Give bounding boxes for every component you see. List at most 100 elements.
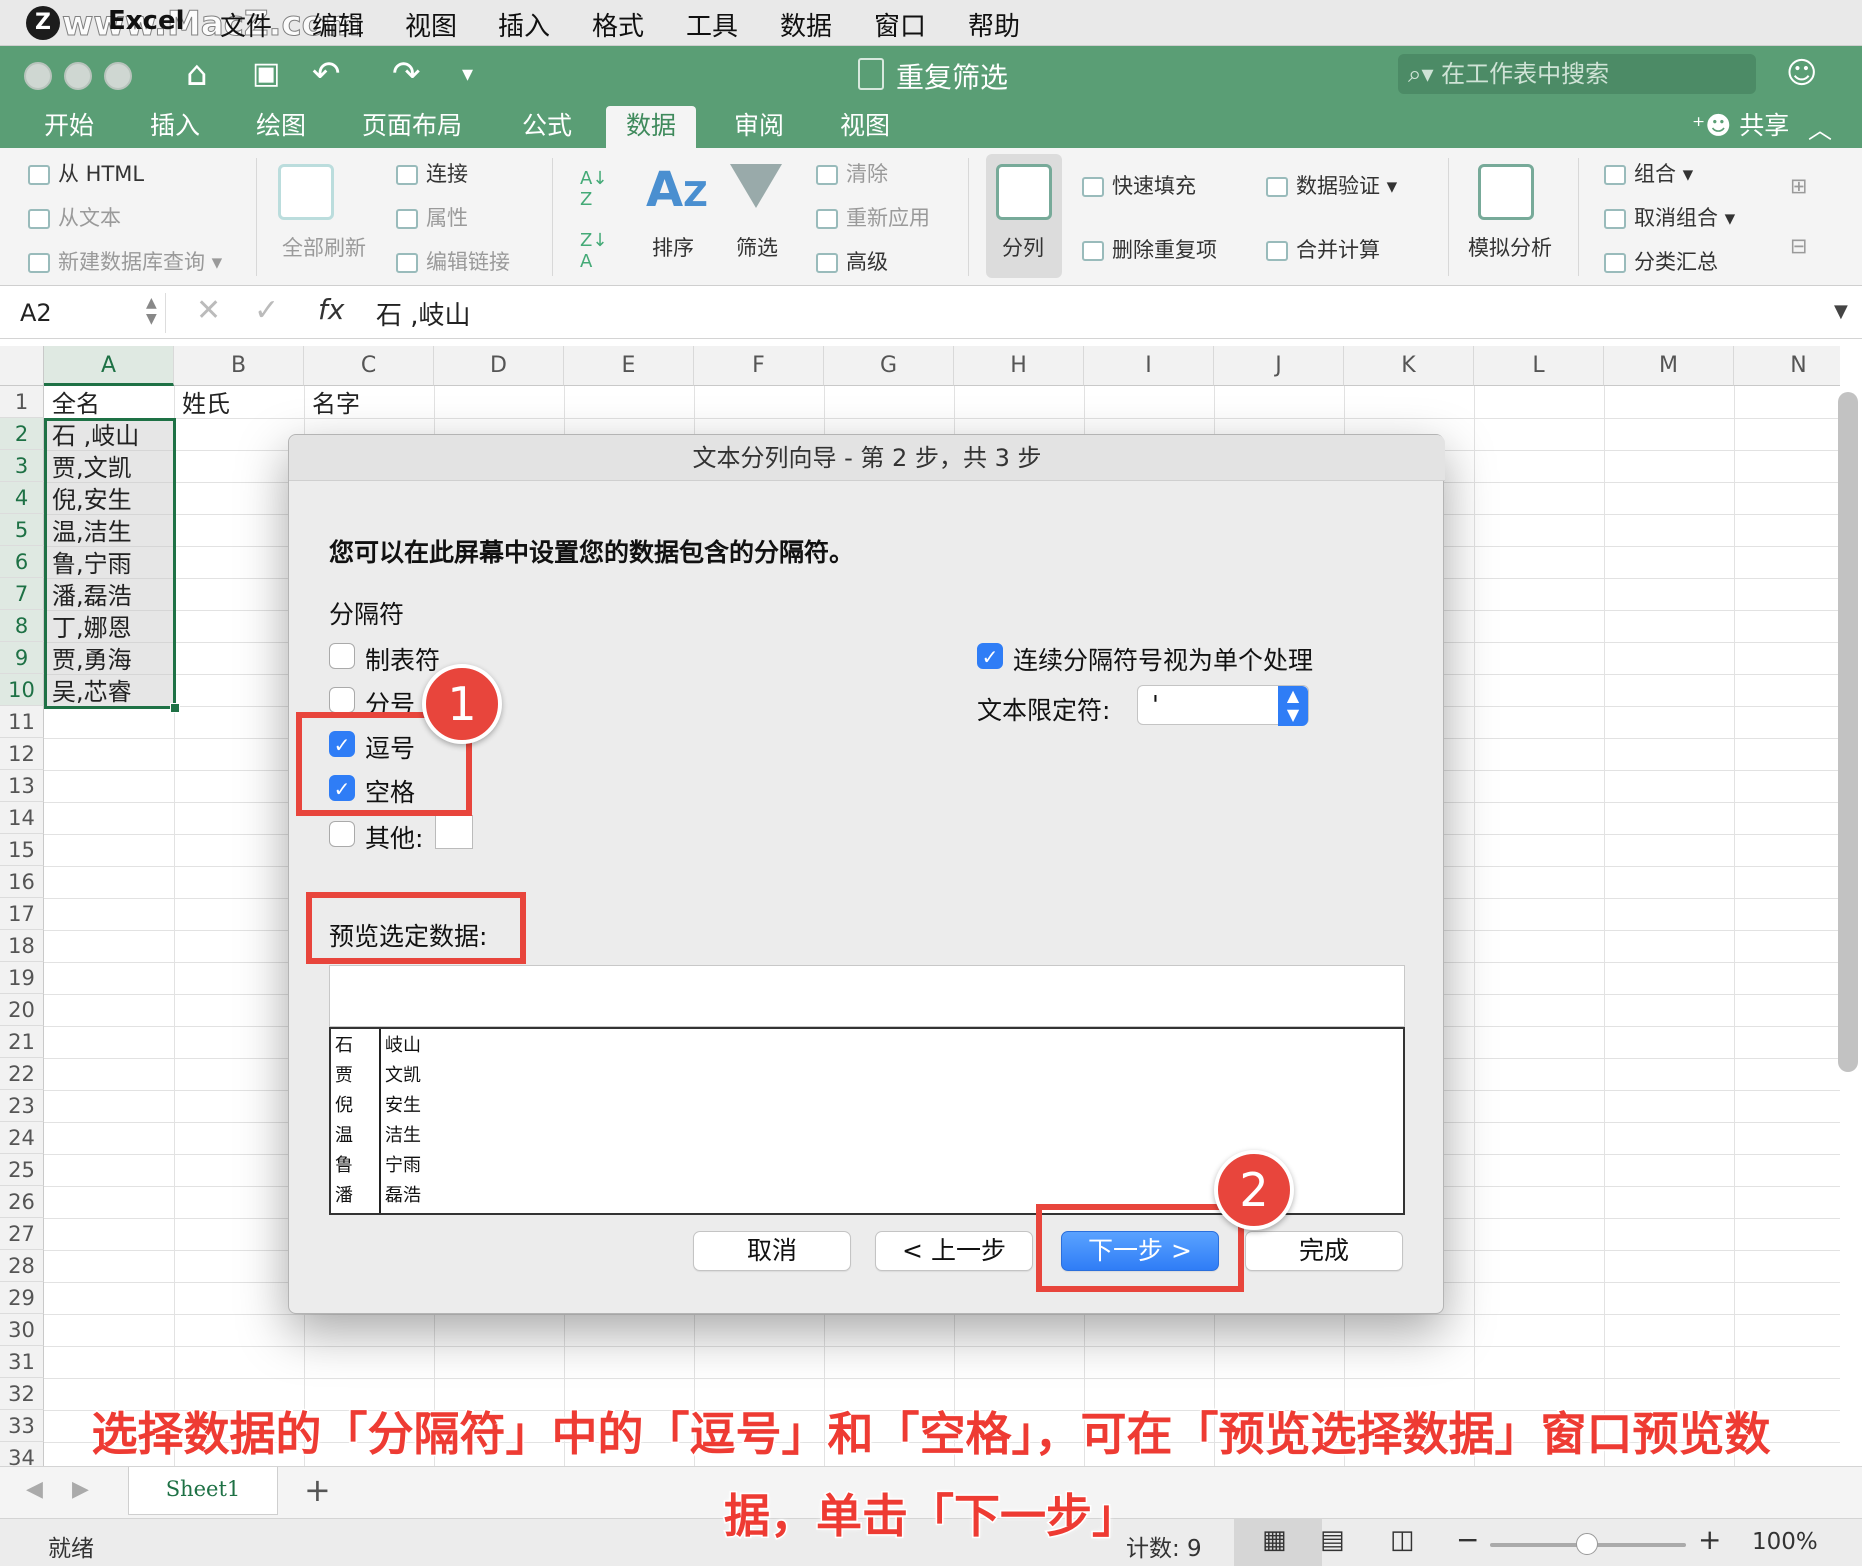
row-header-31[interactable]: 31 bbox=[0, 1346, 44, 1378]
cell-a5[interactable]: 温,洁生 bbox=[46, 516, 172, 548]
select-all-corner[interactable] bbox=[0, 346, 44, 386]
remove-duplicates-button[interactable]: 删除重复项 bbox=[1082, 234, 1217, 264]
row-header-23[interactable]: 23 bbox=[0, 1090, 44, 1122]
sort-az-icon[interactable]: A↓ Z bbox=[580, 168, 607, 210]
home-icon[interactable]: ⌂ bbox=[186, 54, 208, 94]
tab-delimiter-checkbox[interactable] bbox=[329, 643, 355, 669]
cell-a1[interactable]: 全名 bbox=[46, 388, 176, 420]
tab-insert[interactable]: 插入 bbox=[130, 106, 220, 148]
tab-draw[interactable]: 绘图 bbox=[236, 106, 326, 148]
connections-button[interactable]: 连接 bbox=[396, 158, 468, 188]
collapse-ribbon-icon[interactable]: ︿ bbox=[1808, 110, 1832, 145]
cancel-button[interactable]: 取消 bbox=[693, 1231, 851, 1271]
cell-a9[interactable]: 贾,勇海 bbox=[46, 644, 172, 676]
row-header-7[interactable]: 7 bbox=[0, 578, 44, 610]
menu-view[interactable]: 视图 bbox=[405, 6, 457, 43]
cell-a6[interactable]: 鲁,宁雨 bbox=[46, 548, 172, 580]
column-header-j[interactable]: J bbox=[1214, 346, 1344, 386]
feedback-smiley-icon[interactable]: ☺ bbox=[1786, 56, 1817, 91]
column-header-n[interactable]: N bbox=[1734, 346, 1840, 386]
menu-tools[interactable]: 工具 bbox=[686, 6, 738, 43]
row-header-10[interactable]: 10 bbox=[0, 674, 44, 706]
text-qualifier-select[interactable]: ' ▲ ▼ bbox=[1137, 685, 1309, 726]
cell-b1[interactable]: 姓氏 bbox=[176, 388, 306, 420]
show-detail-icon[interactable]: ⊞ bbox=[1790, 174, 1808, 198]
row-header-12[interactable]: 12 bbox=[0, 738, 44, 770]
cancel-entry-icon[interactable]: ✕ bbox=[196, 293, 221, 328]
sort-za-icon[interactable]: Z↓ A bbox=[580, 230, 607, 272]
menu-format[interactable]: 格式 bbox=[592, 6, 644, 43]
function-icon[interactable]: fx bbox=[318, 293, 344, 326]
row-header-16[interactable]: 16 bbox=[0, 866, 44, 898]
group-button[interactable]: 组合 ▾ bbox=[1604, 158, 1693, 188]
row-header-9[interactable]: 9 bbox=[0, 642, 44, 674]
column-header-d[interactable]: D bbox=[434, 346, 564, 386]
from-text-button[interactable]: 从文本 bbox=[28, 202, 121, 232]
column-header-k[interactable]: K bbox=[1344, 346, 1474, 386]
column-header-c[interactable]: C bbox=[304, 346, 434, 386]
menu-excel[interactable]: Excel bbox=[108, 6, 185, 36]
column-header-a[interactable]: A bbox=[44, 346, 174, 386]
cell-a2[interactable]: 石 ,岐山 bbox=[46, 420, 172, 452]
row-header-15[interactable]: 15 bbox=[0, 834, 44, 866]
row-header-19[interactable]: 19 bbox=[0, 962, 44, 994]
row-header-27[interactable]: 27 bbox=[0, 1218, 44, 1250]
edit-links-button[interactable]: 编辑链接 bbox=[396, 246, 510, 276]
finish-button[interactable]: 完成 bbox=[1245, 1231, 1403, 1271]
semicolon-delimiter-checkbox[interactable] bbox=[329, 687, 355, 713]
row-header-1[interactable]: 1 bbox=[0, 386, 44, 418]
tab-home[interactable]: 开始 bbox=[24, 106, 114, 148]
subtotal-button[interactable]: 分类汇总 bbox=[1604, 246, 1718, 276]
ungroup-button[interactable]: 取消组合 ▾ bbox=[1604, 202, 1735, 232]
column-header-i[interactable]: I bbox=[1084, 346, 1214, 386]
hide-detail-icon[interactable]: ⊟ bbox=[1790, 234, 1808, 258]
menu-file[interactable]: 文件 bbox=[220, 6, 272, 43]
column-header-b[interactable]: B bbox=[174, 346, 304, 386]
cell-a4[interactable]: 倪,安生 bbox=[46, 484, 172, 516]
row-header-29[interactable]: 29 bbox=[0, 1282, 44, 1314]
cell-c1[interactable]: 名字 bbox=[306, 388, 436, 420]
row-header-8[interactable]: 8 bbox=[0, 610, 44, 642]
expand-formula-bar-icon[interactable]: ▼ bbox=[1834, 301, 1848, 322]
cell-a7[interactable]: 潘,磊浩 bbox=[46, 580, 172, 612]
vertical-scrollbar[interactable] bbox=[1838, 392, 1858, 1072]
flash-fill-button[interactable]: 快速填充 bbox=[1082, 170, 1196, 200]
consolidate-button[interactable]: 合并计算 bbox=[1266, 234, 1380, 264]
tab-review[interactable]: 审阅 bbox=[714, 106, 804, 148]
filter-button[interactable]: 筛选 bbox=[736, 232, 778, 262]
row-header-30[interactable]: 30 bbox=[0, 1314, 44, 1346]
other-delimiter-input[interactable] bbox=[435, 815, 473, 849]
zoom-window-button[interactable] bbox=[104, 62, 132, 90]
row-header-14[interactable]: 14 bbox=[0, 802, 44, 834]
customize-toolbar-icon[interactable]: ▾ bbox=[462, 62, 473, 87]
column-header-l[interactable]: L bbox=[1474, 346, 1604, 386]
tab-view[interactable]: 视图 bbox=[820, 106, 910, 148]
data-validation-button[interactable]: 数据验证 ▾ bbox=[1266, 170, 1397, 200]
other-delimiter-checkbox[interactable] bbox=[329, 821, 355, 847]
consecutive-delimiters-checkbox[interactable]: ✓ bbox=[977, 643, 1003, 669]
row-header-22[interactable]: 22 bbox=[0, 1058, 44, 1090]
confirm-entry-icon[interactable]: ✓ bbox=[254, 293, 279, 328]
back-button[interactable]: < 上一步 bbox=[875, 1231, 1033, 1271]
cell-a3[interactable]: 贾,文凯 bbox=[46, 452, 172, 484]
row-header-20[interactable]: 20 bbox=[0, 994, 44, 1026]
row-header-26[interactable]: 26 bbox=[0, 1186, 44, 1218]
row-header-24[interactable]: 24 bbox=[0, 1122, 44, 1154]
advanced-filter-button[interactable]: 高级 bbox=[816, 246, 888, 276]
properties-button[interactable]: 属性 bbox=[396, 202, 468, 232]
name-box-stepper-icon[interactable]: ▲ ▼ bbox=[146, 295, 157, 327]
row-header-21[interactable]: 21 bbox=[0, 1026, 44, 1058]
menu-data[interactable]: 数据 bbox=[780, 6, 832, 43]
row-header-3[interactable]: 3 bbox=[0, 450, 44, 482]
new-db-query-button[interactable]: 新建数据库查询 ▾ bbox=[28, 246, 222, 276]
tab-data[interactable]: 数据 bbox=[606, 106, 697, 148]
column-header-e[interactable]: E bbox=[564, 346, 694, 386]
minimize-window-button[interactable] bbox=[64, 62, 92, 90]
row-header-28[interactable]: 28 bbox=[0, 1250, 44, 1282]
row-header-13[interactable]: 13 bbox=[0, 770, 44, 802]
row-header-6[interactable]: 6 bbox=[0, 546, 44, 578]
close-window-button[interactable] bbox=[24, 62, 52, 90]
sort-button[interactable]: 排序 bbox=[652, 232, 694, 262]
save-icon[interactable]: ▣ bbox=[252, 56, 280, 91]
tab-page-layout[interactable]: 页面布局 bbox=[342, 106, 482, 148]
